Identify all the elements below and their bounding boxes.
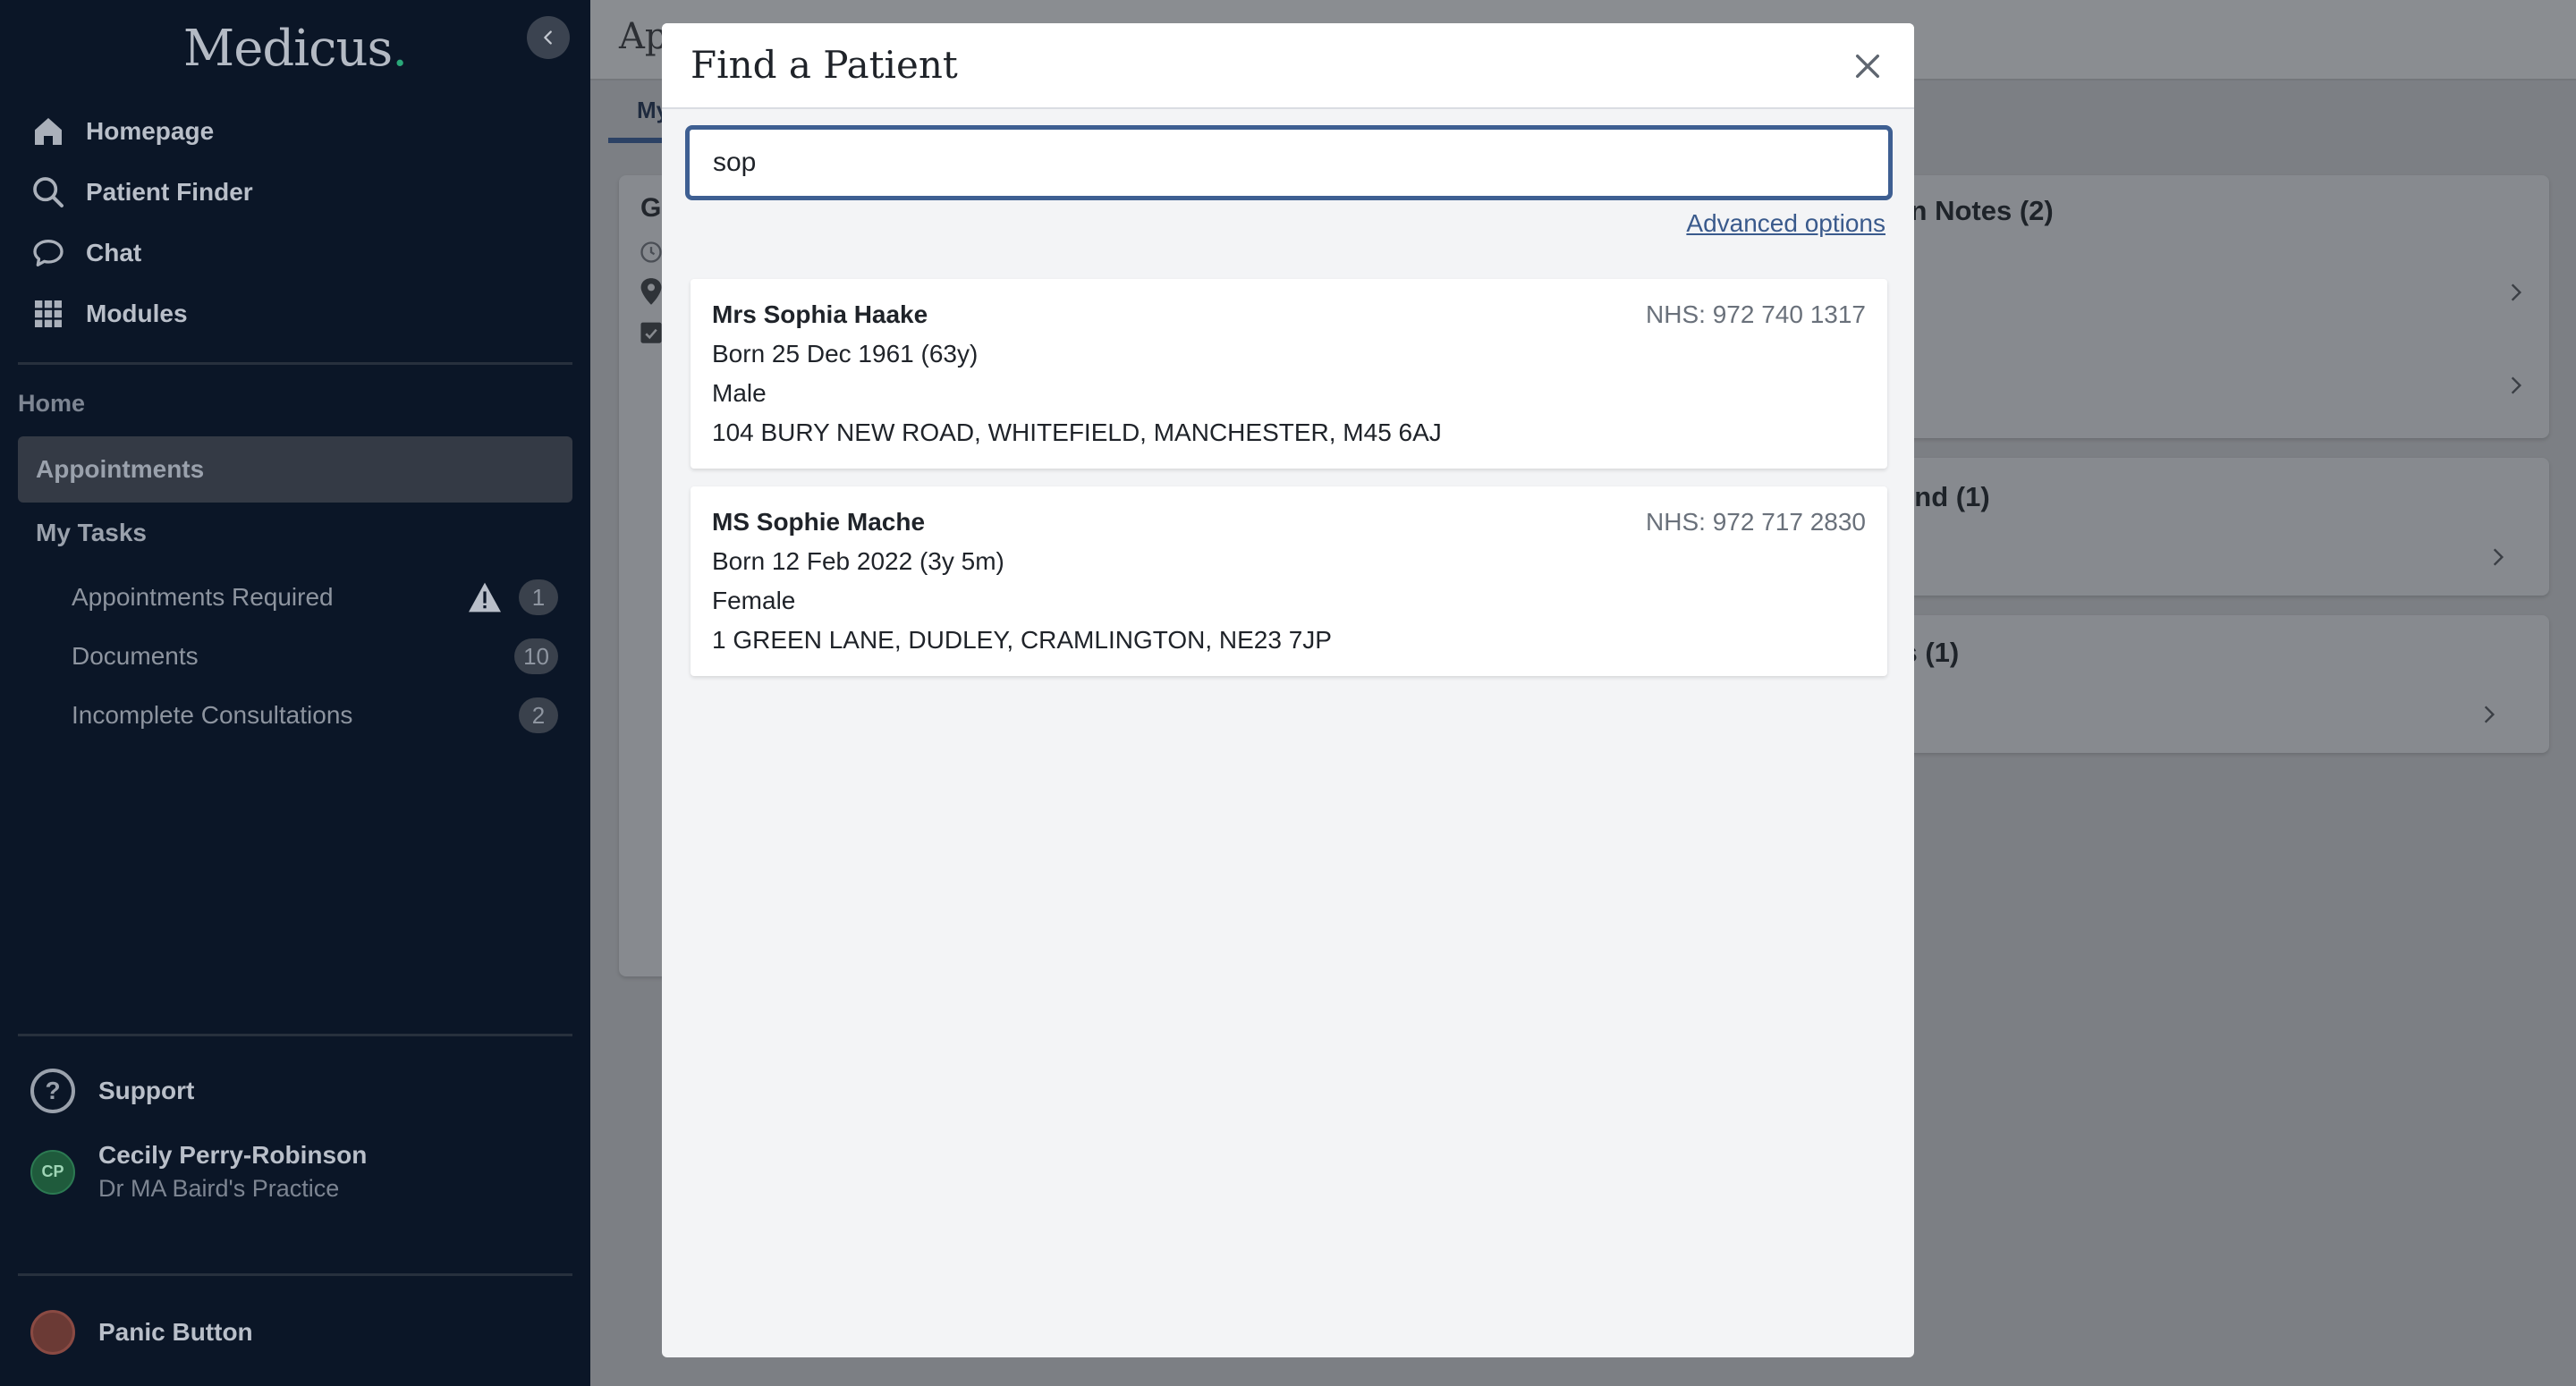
nav-chat[interactable]: Chat [30, 231, 141, 275]
chevron-right-icon [2511, 376, 2522, 394]
clock-icon [640, 241, 662, 263]
task-count-badge: 10 [514, 638, 558, 674]
sidebar-divider [18, 1034, 572, 1036]
find-patient-modal: Find a Patient Advanced options Mrs Soph… [662, 23, 1914, 1357]
user-practice: Dr MA Baird's Practice [98, 1175, 340, 1202]
patient-address: 1 GREEN LANE, DUDLEY, CRAMLINGTON, NE23 … [712, 626, 1332, 654]
panic-icon [30, 1310, 75, 1355]
patient-nhs-number: NHS: 972 717 2830 [1646, 508, 1866, 536]
task-incomplete-consultations[interactable]: Incomplete Consultations 2 [72, 696, 558, 735]
location-pin-icon [640, 278, 662, 305]
close-icon [1855, 54, 1880, 79]
patient-address: 104 BURY NEW ROAD, WHITEFIELD, MANCHESTE… [712, 418, 1442, 446]
panic-button[interactable]: Panic Button [30, 1309, 253, 1356]
page-title: Ap [619, 16, 668, 57]
app-logo[interactable]: Medicus. [0, 20, 590, 78]
task-count-badge: 2 [519, 697, 558, 733]
sidebar-divider [18, 1273, 572, 1276]
modal-header: Find a Patient [662, 23, 1914, 109]
chevron-right-icon [2484, 706, 2496, 723]
help-icon: ? [30, 1069, 75, 1113]
card-heading: G [640, 193, 662, 223]
advanced-options-link[interactable]: Advanced options [1686, 209, 1885, 238]
chevron-right-icon [2511, 283, 2522, 301]
sidebar-section-home[interactable]: Home [18, 390, 85, 418]
home-icon [35, 118, 62, 145]
patient-dob: Born 12 Feb 2022 (3y 5m) [712, 547, 1004, 575]
chevron-left-icon [544, 30, 552, 45]
task-appointments-required[interactable]: Appointments Required 1 [72, 578, 558, 617]
patient-gender: Female [712, 587, 796, 614]
nav-homepage[interactable]: Homepage [30, 109, 214, 154]
sidebar-item-my-tasks[interactable]: My Tasks [36, 519, 147, 547]
calendar-check-icon [640, 322, 662, 343]
task-documents[interactable]: Documents 10 [72, 637, 558, 676]
patient-search-input[interactable] [685, 125, 1893, 200]
user-name: Cecily Perry-Robinson [98, 1141, 368, 1169]
sidebar: Medicus. Homepage Patient Finder Chat Mo… [0, 0, 590, 1386]
background-card: Attend (1) [1860, 458, 2549, 596]
patient-result-card[interactable]: Mrs Sophia Haake NHS: 972 740 1317 Born … [691, 279, 1887, 469]
chevron-right-icon [2493, 548, 2504, 566]
background-card: ion Notes (2) [1860, 175, 2549, 438]
sidebar-item-appointments[interactable]: Appointments [18, 436, 572, 503]
patient-dob: Born 25 Dec 1961 (63y) [712, 340, 979, 368]
modal-title: Find a Patient [691, 43, 958, 87]
sidebar-divider [18, 362, 572, 365]
patient-result-card[interactable]: MS Sophie Mache NHS: 972 717 2830 Born 1… [691, 486, 1887, 676]
background-card: ions (1) [1860, 615, 2549, 753]
warning-icon [469, 582, 501, 613]
avatar: CP [30, 1149, 75, 1195]
nav-modules[interactable]: Modules [30, 292, 188, 336]
nav-patient-finder[interactable]: Patient Finder [30, 170, 253, 215]
search-icon [33, 177, 64, 207]
patient-gender: Male [712, 379, 767, 407]
task-count-badge: 1 [519, 579, 558, 615]
grid-icon [35, 300, 62, 327]
patient-nhs-number: NHS: 972 740 1317 [1646, 300, 1866, 328]
collapse-sidebar-button[interactable] [527, 16, 570, 59]
support-link[interactable]: ? Support [30, 1068, 194, 1114]
chat-icon [33, 240, 64, 266]
user-profile[interactable]: CP Cecily Perry-Robinson Dr MA Baird's P… [30, 1141, 367, 1203]
close-modal-button[interactable] [1846, 45, 1889, 88]
